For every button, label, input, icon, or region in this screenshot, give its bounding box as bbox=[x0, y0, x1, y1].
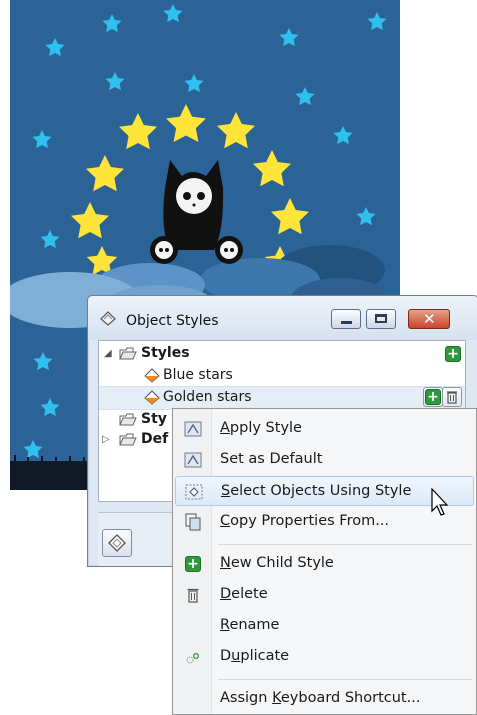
add-child-style-button[interactable]: + bbox=[423, 387, 443, 407]
minimize-button[interactable] bbox=[331, 309, 361, 329]
add-icon: + bbox=[425, 389, 441, 405]
style-icon bbox=[144, 390, 160, 405]
add-style-icon[interactable]: + bbox=[445, 346, 461, 362]
docker-title: Object Styles bbox=[126, 313, 219, 329]
close-icon: ✕ bbox=[423, 310, 436, 328]
tree-item-label: Sty bbox=[141, 411, 167, 427]
menu-item-set-as-default[interactable]: Set as Default bbox=[175, 445, 474, 475]
object-styles-icon bbox=[100, 311, 116, 326]
menu-item-label: Set as Default bbox=[220, 451, 323, 467]
apply-style-button[interactable] bbox=[102, 529, 132, 557]
delete-style-button[interactable] bbox=[442, 387, 462, 407]
trash-icon bbox=[447, 391, 457, 404]
select-objects-icon bbox=[185, 484, 203, 500]
menu-item-label: Apply Style bbox=[220, 420, 302, 436]
close-button[interactable]: ✕ bbox=[408, 309, 450, 329]
menu-separator bbox=[218, 679, 472, 680]
menu-item-label: Rename bbox=[220, 617, 280, 633]
apply-style-icon bbox=[108, 534, 126, 552]
maximize-button[interactable] bbox=[366, 309, 396, 329]
tree-item-blue-stars[interactable]: Blue stars bbox=[99, 365, 465, 387]
add-icon: + bbox=[185, 556, 201, 572]
menu-item-rename[interactable]: Rename bbox=[175, 611, 474, 641]
menu-separator bbox=[218, 544, 472, 545]
tree-item-golden-stars[interactable]: Golden stars + bbox=[99, 386, 465, 410]
menu-item-label: Copy Properties From... bbox=[220, 513, 390, 529]
folder-icon bbox=[119, 413, 137, 426]
tree-item-label: Styles bbox=[141, 345, 190, 361]
mouse-cursor-icon bbox=[431, 488, 449, 516]
menu-item-label: New Child Style bbox=[220, 555, 334, 571]
menu-item-label: Select Objects Using Style bbox=[221, 483, 412, 499]
tree-item-label: Blue stars bbox=[163, 367, 233, 383]
menu-item-label: Duplicate bbox=[220, 648, 290, 664]
menu-item-duplicate[interactable]: Duplicate bbox=[175, 642, 474, 672]
menu-item-new-child-style[interactable]: + New Child Style bbox=[175, 549, 474, 579]
copy-properties-icon bbox=[185, 513, 201, 531]
minimize-icon bbox=[341, 321, 352, 324]
menu-item-label: Delete bbox=[220, 586, 268, 602]
docker-title-bar[interactable]: Object Styles ✕ bbox=[88, 296, 477, 340]
tree-item-label: Def bbox=[141, 431, 169, 447]
menu-item-assign-keyboard-shortcut[interactable]: Assign Keyboard Shortcut... bbox=[175, 684, 474, 714]
set-default-icon bbox=[184, 452, 202, 468]
folder-icon bbox=[119, 433, 137, 446]
expanded-triangle-icon[interactable]: ◢ bbox=[104, 348, 112, 359]
context-menu: Apply Style Set as Default Select Object… bbox=[172, 408, 477, 715]
collapsed-triangle-icon[interactable]: ▷ bbox=[102, 434, 110, 445]
folder-icon bbox=[119, 347, 137, 360]
duplicate-icon bbox=[186, 653, 199, 664]
menu-item-apply-style[interactable]: Apply Style bbox=[175, 414, 474, 444]
style-icon bbox=[144, 368, 160, 383]
trash-icon bbox=[187, 588, 199, 603]
menu-item-label: Assign Keyboard Shortcut... bbox=[220, 690, 421, 706]
menu-item-delete[interactable]: Delete bbox=[175, 580, 474, 610]
tree-item-styles[interactable]: ◢ Styles + bbox=[99, 343, 465, 365]
tree-item-label: Golden stars bbox=[163, 389, 252, 405]
maximize-icon bbox=[375, 314, 387, 323]
apply-style-icon bbox=[184, 421, 202, 437]
